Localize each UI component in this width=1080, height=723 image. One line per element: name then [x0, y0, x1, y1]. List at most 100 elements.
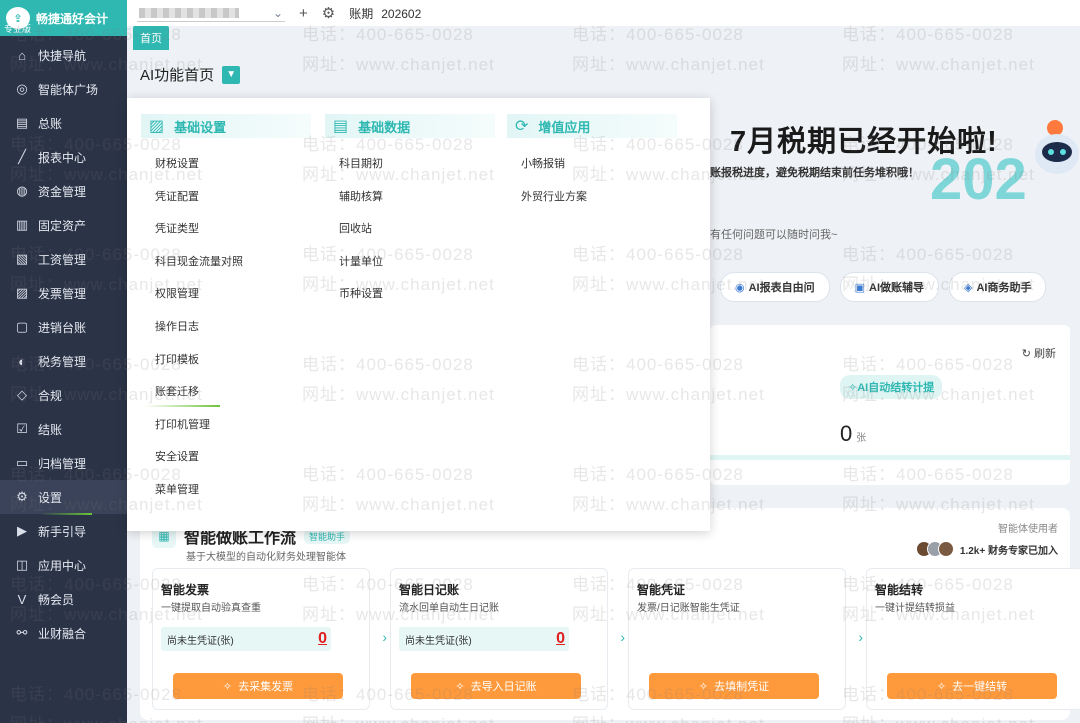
card-action-label: 去填制凭证	[714, 681, 770, 693]
ai-bookkeeping-button[interactable]: ▣ AI做账辅导	[839, 272, 940, 302]
menu-item[interactable]: 币种设置	[339, 278, 495, 311]
gear-icon[interactable]: ⚙	[322, 4, 335, 22]
workflow-card[interactable]: 智能凭证 发票/日记账智能生凭证 › ✧ 去填制凭证	[628, 568, 863, 710]
ai-business-button[interactable]: ◈ AI商务助手	[949, 272, 1047, 302]
sidebar-item-label: 工资管理	[38, 252, 87, 267]
ai-report-label: AI报表自由问	[748, 282, 815, 294]
card-action-label: 去一键结转	[952, 681, 1008, 693]
carryover-count-value: 0	[840, 421, 853, 446]
sidebar-item[interactable]: ⌂ 快捷导航	[0, 38, 127, 72]
menu-item[interactable]: 科目现金流量对照	[155, 246, 311, 279]
add-icon[interactable]: +	[299, 5, 308, 22]
caret-down-icon[interactable]: ▼	[222, 65, 241, 84]
sidebar-item[interactable]: ⚙ 设置	[0, 480, 127, 514]
card-action-button[interactable]: ✧ 去采集发票	[173, 673, 343, 699]
settings-card-icon: ▨	[149, 118, 165, 135]
menu-item[interactable]: 凭证类型	[155, 213, 311, 246]
card-title: 智能凭证	[637, 583, 686, 597]
sidebar-item[interactable]: ◇ 合规	[0, 378, 127, 412]
sidebar-item[interactable]: ▥ 固定资产	[0, 208, 127, 242]
ai-quick-buttons: ◉ AI报表自由问 ▣ AI做账辅导 ◈ AI商务助手	[720, 272, 1047, 302]
menu-item-list: 小畅报销 外贸行业方案	[507, 148, 677, 213]
ai-report-button[interactable]: ◉ AI报表自由问	[720, 272, 830, 302]
chevron-right-icon: ›	[858, 629, 863, 645]
sidebar-item-label: 业财融合	[38, 626, 87, 641]
card-action-button[interactable]: ✧ 去一键结转	[887, 673, 1057, 699]
chart-icon: ╱	[18, 149, 26, 164]
workflow-card[interactable]: 智能日记账 流水回单自动生日记账 尚未生凭证(张) 0 › ✧ 去导入日记账	[390, 568, 625, 710]
menu-item[interactable]: 权限管理	[155, 278, 311, 311]
ai-carryover-tag[interactable]: ✧AI自动结转计提	[840, 375, 943, 399]
menu-item[interactable]: 科目期初	[339, 148, 495, 181]
menu-item[interactable]: 账套迁移	[155, 376, 311, 409]
banner-subtitle: 账报税进度，避免税期结束前任务堆积哦！	[710, 167, 919, 179]
brand-bar[interactable]: ⇪ 畅捷通好会计 专业版	[0, 0, 127, 36]
workflow-card[interactable]: 智能结转 一键计提结转损益 ✧ 去一键结转	[866, 568, 1080, 710]
chevron-right-icon: ›	[382, 629, 387, 645]
card-action-label: 去采集发票	[238, 681, 294, 693]
sidebar-item[interactable]: ⚯ 业财融合	[0, 616, 127, 650]
menu-item[interactable]: 凭证配置	[155, 181, 311, 214]
sidebar-item[interactable]: V 畅会员	[0, 582, 127, 616]
sidebar-item[interactable]: ╱ 报表中心	[0, 140, 127, 174]
sidebar-item[interactable]: ▤ 总账	[0, 106, 127, 140]
menu-item[interactable]: 操作日志	[155, 311, 311, 344]
money-bag-icon: ◍	[16, 183, 28, 198]
stats-divider	[710, 455, 1070, 460]
sidebar-item-label: 固定资产	[38, 218, 87, 233]
workflow-card[interactable]: 智能发票 一键提取自动验真查重 尚未生凭证(张) 0 › ✧ 去采集发票	[152, 568, 387, 710]
app-icon: ◫	[15, 557, 29, 572]
menu-item[interactable]: 财税设置	[155, 148, 311, 181]
workflow-cards: 智能发票 一键提取自动验真查重 尚未生凭证(张) 0 › ✧ 去采集发票 智能日记账 流…	[152, 568, 1080, 710]
menu-item[interactable]: 安全设置	[155, 441, 311, 474]
sidebar-item[interactable]: ☑ 结账	[0, 412, 127, 446]
tax-banner[interactable]: 7月税期已经开始啦! 账报税进度，避免税期结束前任务堆积哦！ 202	[700, 96, 1080, 216]
edition-label: 专业版	[4, 24, 32, 34]
sidebar-item[interactable]: ◐ 税务管理	[0, 344, 127, 378]
menu-column: ▨ 基础设置 财税设置 凭证配置 凭证类型 科目现金流量对照 权限管理 操作日志 打印模板账…	[141, 114, 311, 507]
card-action-button[interactable]: ✧ 去导入日记账	[411, 673, 581, 699]
refresh-icon: ↻	[1021, 348, 1034, 360]
sidebar-item[interactable]: ▧ 工资管理	[0, 242, 127, 276]
sidebar-item-label: 应用中心	[38, 558, 87, 573]
sidebar-item[interactable]: ▢ 进销台账	[0, 310, 127, 344]
menu-item[interactable]: 辅助核算	[339, 181, 495, 214]
ai-carryover-label: AI自动结转计提	[857, 382, 935, 394]
refresh-button[interactable]: ↻ 刷新	[1022, 345, 1056, 361]
sidebar-item-label: 进销台账	[38, 320, 87, 335]
sidebar-item-label: 合规	[38, 388, 63, 403]
menu-item[interactable]: 回收站	[339, 213, 495, 246]
carryover-count-unit: 张	[856, 433, 867, 444]
menu-item[interactable]: 外贸行业方案	[521, 181, 677, 214]
users-count: 1.2k+ 财务专家已加入	[959, 545, 1058, 557]
sidebar-item-label: 智能体广场	[38, 82, 99, 97]
company-select[interactable]: ⌄	[137, 4, 285, 22]
ai-report-icon: ◉	[735, 281, 745, 294]
sidebar-item[interactable]: ▨ 发票管理	[0, 276, 127, 310]
pending-value-link[interactable]: 0	[318, 630, 327, 648]
card-action-button[interactable]: ✧ 去填制凭证	[649, 673, 819, 699]
card-desc: 发票/日记账智能生凭证	[637, 603, 740, 614]
invoice-icon: ▨	[15, 285, 29, 300]
users-label: 智能体使用者	[998, 524, 1058, 535]
tab-home[interactable]: 首页	[133, 26, 169, 50]
menu-item[interactable]: 计量单位	[339, 246, 495, 279]
sidebar-item[interactable]: ▭ 归档管理	[0, 446, 127, 480]
watermark-phone: 电话：400-665-0028	[842, 245, 1014, 264]
card-title: 智能发票	[161, 583, 210, 597]
sidebar-item[interactable]: ◍ 资金管理	[0, 174, 127, 208]
menu-item[interactable]: 菜单管理	[155, 474, 311, 507]
pending-value-link[interactable]: 0	[556, 630, 565, 648]
menu-item[interactable]: 打印机管理	[155, 409, 311, 442]
inventory-icon: ▢	[15, 319, 29, 334]
play-icon: ▶	[17, 523, 27, 538]
sidebar-item[interactable]: ◫ 应用中心	[0, 548, 127, 582]
sidebar-item[interactable]: ◎ 智能体广场	[0, 72, 127, 106]
page-title[interactable]: AI功能首页 ▼	[140, 64, 241, 85]
menu-item[interactable]: 打印模板	[155, 344, 311, 377]
tax-icon: ◐	[18, 353, 26, 369]
vip-icon: V	[17, 591, 27, 607]
menu-item[interactable]: 小畅报销	[521, 148, 677, 181]
sidebar-item[interactable]: ▶ 新手引导	[0, 514, 127, 548]
sidebar-item-label: 发票管理	[38, 286, 87, 301]
